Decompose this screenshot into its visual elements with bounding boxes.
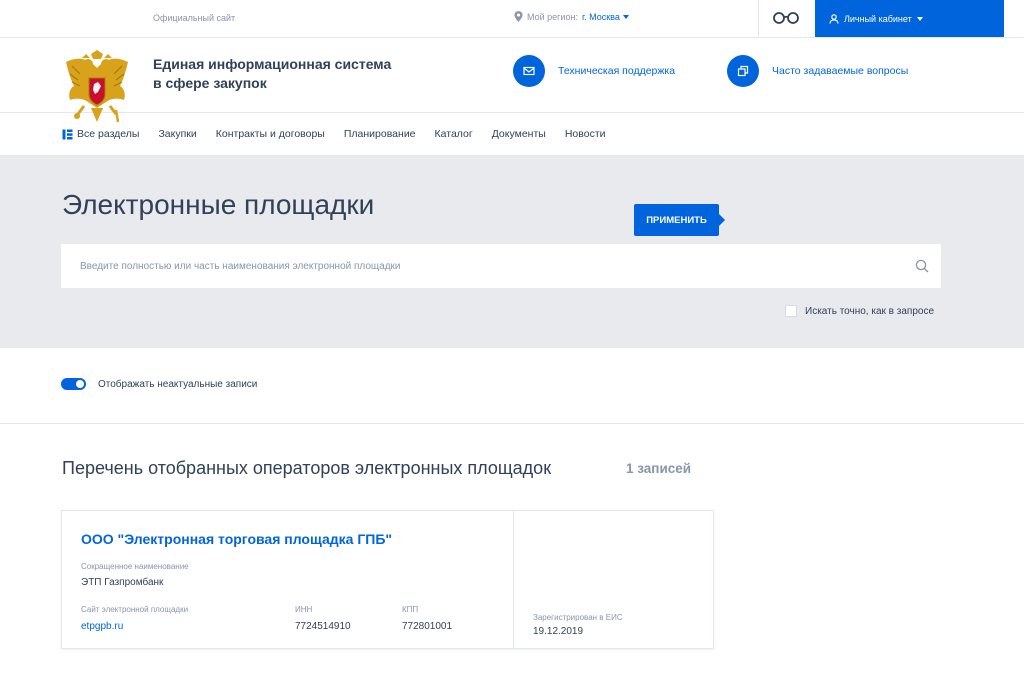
search-box <box>61 244 941 288</box>
inn-label: ИНН <box>295 605 313 614</box>
nav-label: Новости <box>564 128 606 140</box>
envelope-icon-circle <box>513 55 545 87</box>
nav-item-news[interactable]: Новости <box>565 128 606 140</box>
copy-icon-circle <box>727 55 759 87</box>
operator-name-link[interactable]: ООО "Электронная торговая площадка ГПБ" <box>81 531 392 547</box>
search-section: Электронные площадки ПРИМЕНИТЬ Искать то… <box>0 156 1024 348</box>
result-card: ООО "Электронная торговая площадка ГПБ" … <box>61 510 714 649</box>
nav-item-purchases[interactable]: Закупки <box>158 128 196 140</box>
divider <box>758 0 759 38</box>
nav-label: Все разделы <box>77 128 140 140</box>
nav-label: Документы <box>491 128 546 140</box>
nav-item-planning[interactable]: Планирование <box>344 128 416 140</box>
registered-label: Зарегистрирован в ЕИС <box>533 613 623 622</box>
nav-label: Планирование <box>343 128 416 140</box>
envelope-icon <box>523 66 535 76</box>
glasses-icon[interactable] <box>772 11 800 25</box>
nav-item-contracts[interactable]: Контракты и договоры <box>216 128 325 140</box>
official-site-label: Официальный сайт <box>153 13 236 23</box>
personal-cabinet-button[interactable]: Личный кабинет <box>815 0 1004 37</box>
nav-label: Каталог <box>434 128 473 140</box>
faq-label: Часто задаваемые вопросы <box>772 65 909 77</box>
region-city-text: г. Москва <box>581 11 620 22</box>
copy-icon <box>737 65 749 77</box>
short-name-label: Сокращенное наименование <box>81 562 189 571</box>
results-count: 1 записей <box>626 461 692 476</box>
tech-support-button[interactable]: Техническая поддержка <box>513 55 675 87</box>
apply-button[interactable]: ПРИМЕНИТЬ <box>634 204 725 236</box>
kpp-value: 772801001 <box>402 621 453 632</box>
top-bar: Официальный сайт Мой регион: г. Москва Л… <box>0 0 1024 38</box>
registered-date: 19.12.2019 <box>533 626 584 637</box>
page-title: Электронные площадки <box>62 189 375 220</box>
search-input[interactable] <box>80 260 880 272</box>
filter-row: Отображать неактуальные записи <box>0 348 1024 424</box>
site-title[interactable]: Единая информационная система в сфере за… <box>153 55 413 93</box>
user-icon <box>829 13 839 24</box>
card-divider <box>513 511 514 648</box>
show-inactive-label: Отображать неактуальные записи <box>98 379 258 390</box>
sections-icon <box>62 129 73 139</box>
site-title-line2: в сфере закупок <box>153 75 267 91</box>
site-header: Единая информационная система в сфере за… <box>0 38 1024 123</box>
nav-item-all-sections[interactable]: Все разделы <box>62 128 139 140</box>
cabinet-label: Личный кабинет <box>844 13 912 24</box>
show-inactive-toggle[interactable] <box>61 378 86 390</box>
location-pin-icon <box>514 11 523 22</box>
main-nav: Все разделы Закупки Контракты и договоры… <box>0 113 1024 156</box>
nav-label: Контракты и договоры <box>215 128 325 140</box>
nav-item-documents[interactable]: Документы <box>492 128 546 140</box>
short-name-value: ЭТП Газпромбанк <box>81 577 164 588</box>
chevron-down-icon <box>916 16 923 21</box>
site-label: Сайт электронной площадки <box>81 605 189 614</box>
inn-value: 7724514910 <box>295 621 351 632</box>
nav-item-catalog[interactable]: Каталог <box>435 128 473 140</box>
toggle-knob <box>76 380 84 388</box>
site-title-line1: Единая информационная система <box>153 56 392 72</box>
exact-search-label: Искать точно, как в запросе <box>805 305 934 317</box>
chevron-down-icon <box>622 14 629 19</box>
exact-search-checkbox[interactable] <box>785 305 797 317</box>
region-label: Мой регион: <box>527 11 578 22</box>
results-title: Перечень отобранных операторов электронн… <box>62 458 552 478</box>
region-value[interactable]: г. Москва <box>582 12 629 22</box>
site-link[interactable]: etpgpb.ru <box>81 621 123 632</box>
exact-search-option[interactable]: Искать точно, как в запросе <box>785 305 934 317</box>
search-icon[interactable] <box>915 259 929 273</box>
kpp-label: КПП <box>402 605 419 614</box>
faq-button[interactable]: Часто задаваемые вопросы <box>727 55 908 87</box>
nav-label: Закупки <box>158 128 197 140</box>
tech-support-label: Техническая поддержка <box>558 65 676 77</box>
region-selector[interactable]: Мой регион: г. Москва <box>514 11 629 22</box>
